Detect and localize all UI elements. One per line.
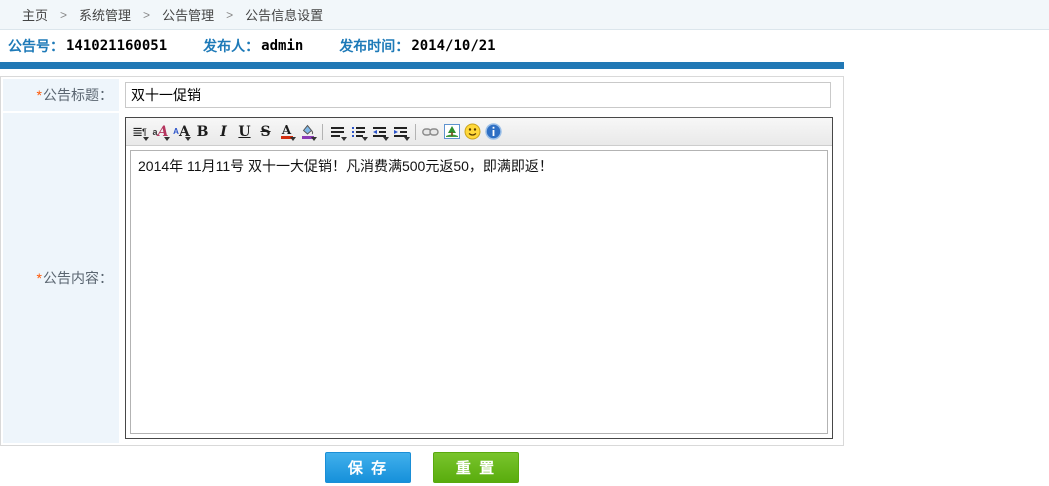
editor-toolbar: ≣¶ aA AA B I U S bbox=[126, 118, 832, 146]
title-label-cell: *公告标题： bbox=[3, 79, 119, 111]
font-color-icon[interactable]: A bbox=[276, 121, 297, 142]
required-mark: * bbox=[37, 87, 42, 103]
dropdown-caret bbox=[383, 137, 389, 141]
font-size-icon[interactable]: AA bbox=[171, 121, 192, 142]
title-label: 公告标题： bbox=[43, 87, 113, 103]
content-value-cell: ≣¶ aA AA B I U S bbox=[121, 113, 841, 443]
breadcrumb-announcement-info-setting: 公告信息设置 bbox=[245, 5, 323, 24]
outdent-icon[interactable] bbox=[369, 121, 390, 142]
link-icon[interactable] bbox=[420, 121, 441, 142]
breadcrumb-home[interactable]: 主页 bbox=[22, 5, 48, 24]
dropdown-caret bbox=[185, 137, 191, 141]
title-input[interactable] bbox=[125, 82, 831, 108]
breadcrumb: 主页 > 系统管理 > 公告管理 > 公告信息设置 bbox=[0, 0, 1049, 30]
publish-date-label: 发布时间： bbox=[339, 36, 409, 56]
dropdown-caret bbox=[362, 137, 368, 141]
about-icon[interactable] bbox=[483, 121, 504, 142]
underline-icon[interactable]: U bbox=[234, 121, 255, 142]
publisher-value: admin bbox=[261, 38, 303, 54]
italic-icon[interactable]: I bbox=[213, 121, 234, 142]
dropdown-caret bbox=[164, 137, 170, 141]
reset-button[interactable]: 重 置 bbox=[433, 452, 519, 483]
content-label: 公告内容： bbox=[43, 270, 113, 286]
dropdown-caret bbox=[290, 137, 296, 141]
title-value-cell bbox=[121, 79, 841, 111]
breadcrumb-system-management[interactable]: 系统管理 bbox=[79, 5, 131, 24]
announcement-id-label: 公告号： bbox=[8, 36, 64, 56]
breadcrumb-separator: > bbox=[60, 8, 67, 22]
format-blocks-icon[interactable]: ≣¶ bbox=[129, 121, 150, 142]
toolbar-separator bbox=[415, 124, 416, 140]
announcement-id-value: 141021160051 bbox=[66, 38, 167, 54]
toolbar-separator bbox=[322, 124, 323, 140]
align-icon[interactable] bbox=[327, 121, 348, 142]
form-actions: 保 存 重 置 bbox=[0, 452, 844, 483]
breadcrumb-separator: > bbox=[226, 8, 233, 22]
font-family-icon[interactable]: aA bbox=[150, 121, 171, 142]
publish-date-field: 发布时间： 2014/10/21 bbox=[339, 36, 495, 56]
content-row: *公告内容： ≣¶ aA AA B bbox=[3, 113, 841, 443]
publish-date-value: 2014/10/21 bbox=[411, 38, 495, 54]
bold-icon[interactable]: B bbox=[192, 121, 213, 142]
breadcrumb-separator: > bbox=[143, 8, 150, 22]
dropdown-caret bbox=[341, 137, 347, 141]
save-button[interactable]: 保 存 bbox=[325, 452, 411, 483]
publisher-label: 发布人： bbox=[203, 36, 259, 56]
announcement-form: *公告标题： *公告内容： ≣¶ aA bbox=[0, 76, 844, 446]
publisher-field: 发布人： admin bbox=[203, 36, 303, 56]
announcement-info-bar: 公告号： 141021160051 发布人： admin 发布时间： 2014/… bbox=[0, 32, 1049, 60]
dropdown-caret bbox=[404, 137, 410, 141]
image-icon[interactable] bbox=[441, 121, 462, 142]
title-row: *公告标题： bbox=[3, 79, 841, 111]
list-icon[interactable] bbox=[348, 121, 369, 142]
strikethrough-icon[interactable]: S bbox=[255, 121, 276, 142]
content-label-cell: *公告内容： bbox=[3, 113, 119, 443]
dropdown-caret bbox=[311, 137, 317, 141]
emoticon-icon[interactable] bbox=[462, 121, 483, 142]
highlight-color-icon[interactable] bbox=[297, 121, 318, 142]
required-mark: * bbox=[37, 270, 42, 286]
announcement-id-field: 公告号： 141021160051 bbox=[8, 36, 167, 56]
indent-icon[interactable] bbox=[390, 121, 411, 142]
editor-content[interactable]: 2014年 11月11号 双十一大促销！凡消费满500元返50，即满即返！ bbox=[130, 150, 828, 434]
breadcrumb-announcement-management[interactable]: 公告管理 bbox=[162, 5, 214, 24]
dropdown-caret bbox=[143, 137, 149, 141]
rich-text-editor: ≣¶ aA AA B I U S bbox=[125, 117, 833, 439]
section-divider-bar bbox=[0, 62, 844, 69]
